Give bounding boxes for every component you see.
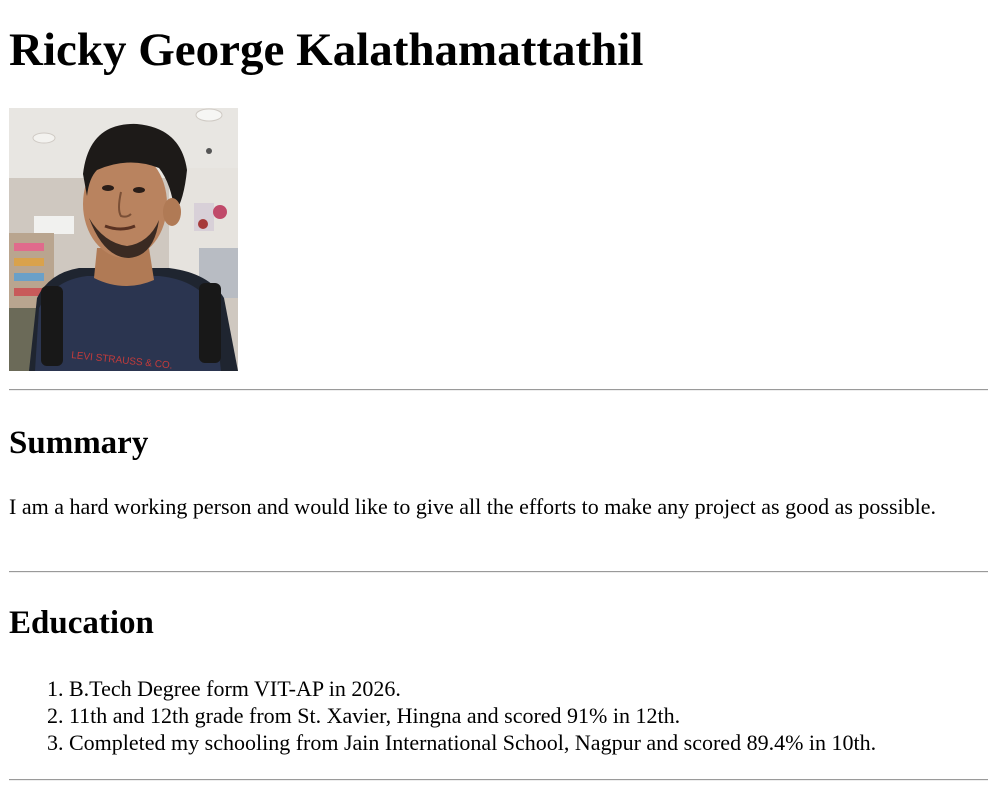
education-heading: Education: [9, 605, 154, 641]
page-title: Ricky George Kalathamattathil: [9, 24, 644, 76]
education-list: B.Tech Degree form VIT-AP in 2026. 11th …: [9, 675, 988, 756]
divider: [9, 779, 988, 781]
summary-text: I am a hard working person and would lik…: [9, 494, 937, 519]
list-item: B.Tech Degree form VIT-AP in 2026.: [69, 675, 988, 702]
divider: [9, 571, 988, 573]
profile-photo: LEVI STRAUSS & CO.: [9, 108, 238, 371]
summary-heading: Summary: [9, 425, 149, 461]
divider: [9, 389, 988, 391]
list-item: 11th and 12th grade from St. Xavier, Hin…: [69, 702, 988, 729]
list-item: Completed my schooling from Jain Interna…: [69, 729, 988, 756]
